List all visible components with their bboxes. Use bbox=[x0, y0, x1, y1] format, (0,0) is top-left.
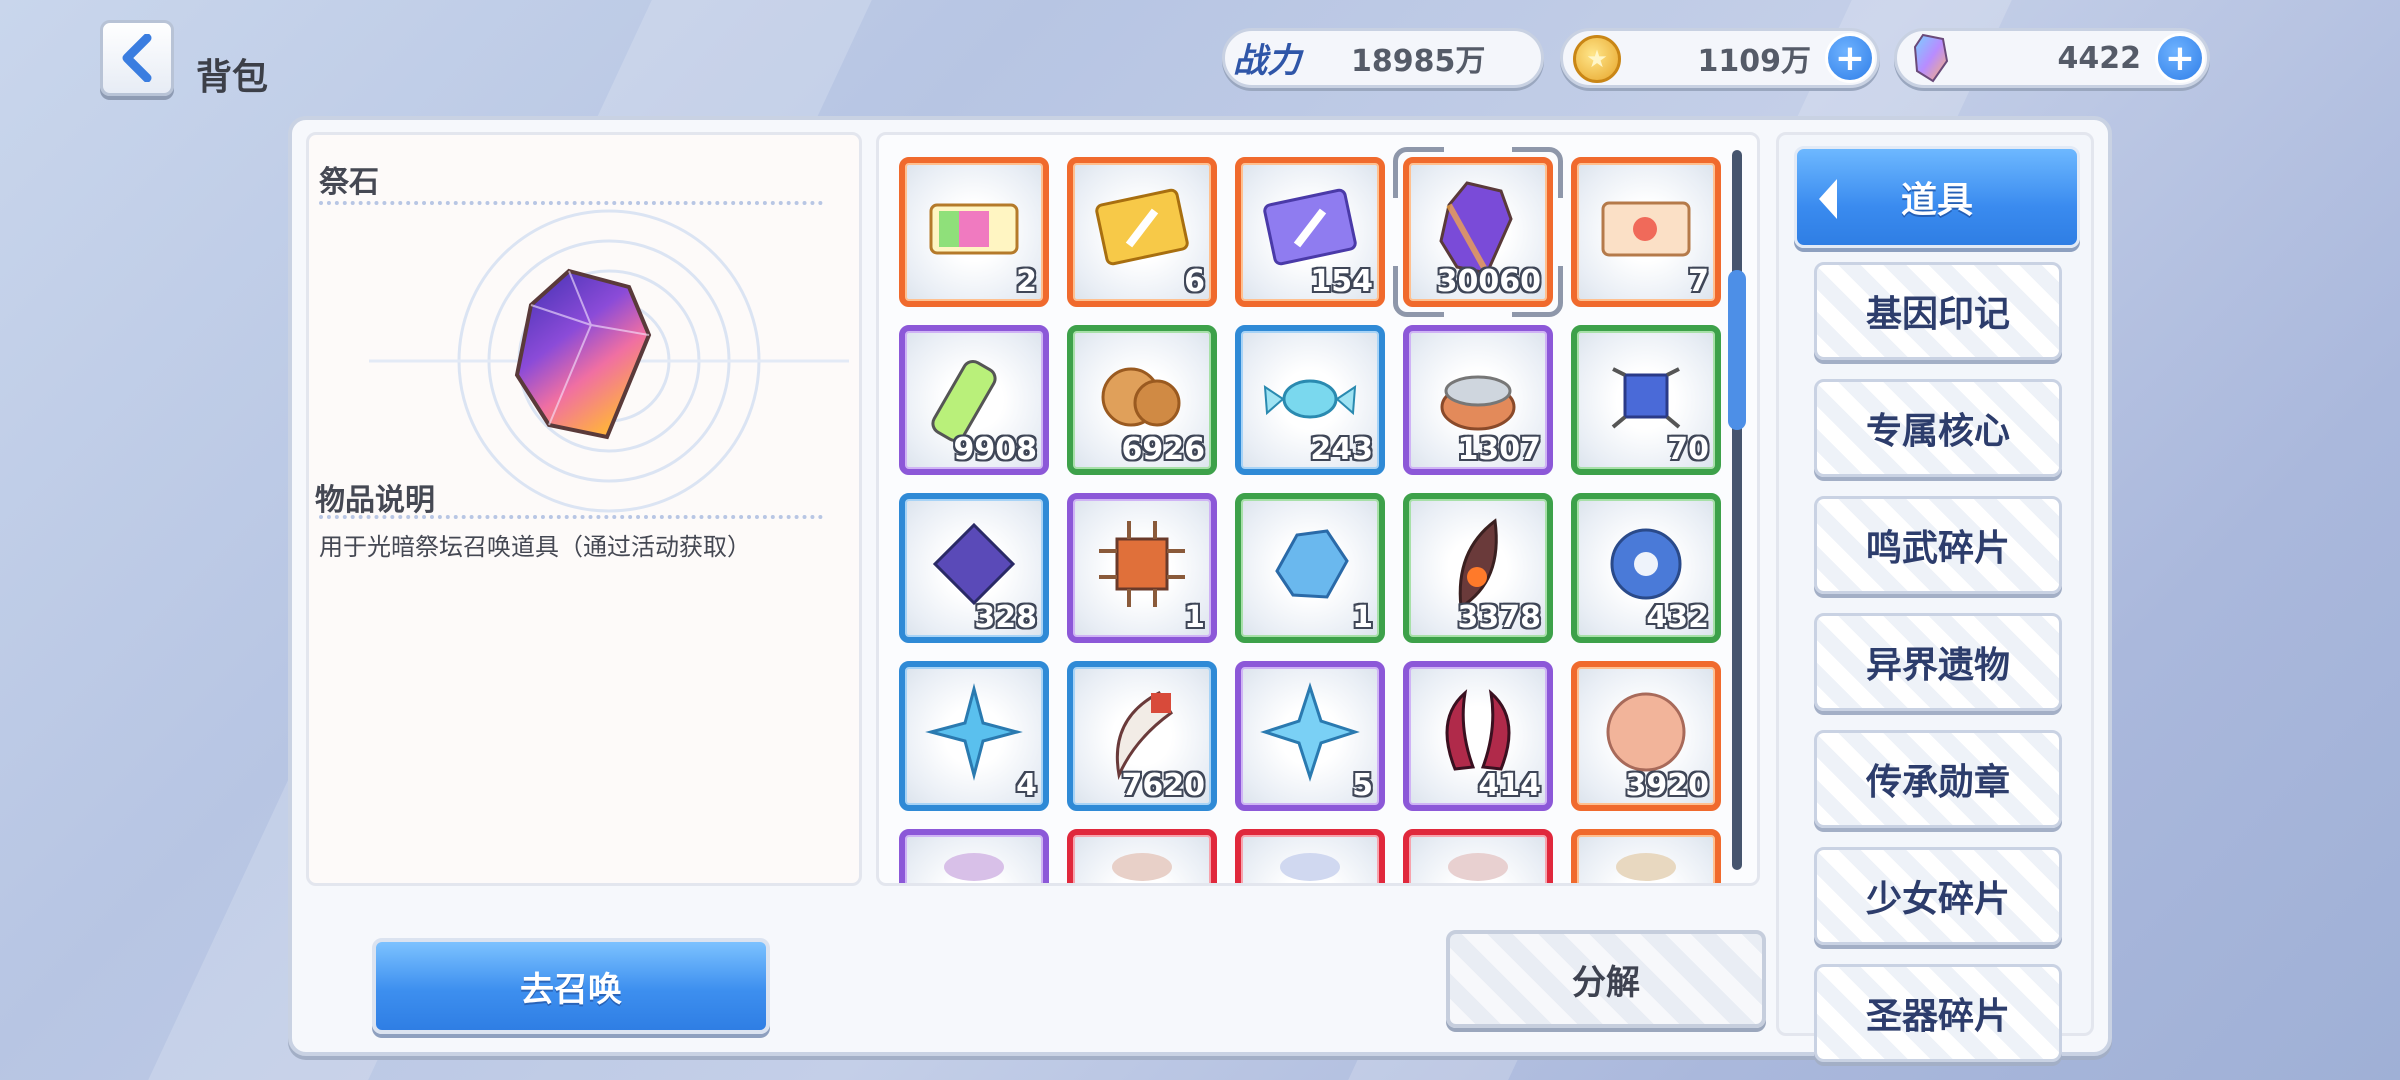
tab-props[interactable]: 道具 bbox=[1794, 146, 2080, 248]
item-quantity: 9908 bbox=[953, 432, 1038, 467]
item-slot[interactable]: 154 bbox=[1235, 157, 1385, 307]
item-slot[interactable]: 3378 bbox=[1403, 493, 1553, 643]
item-quantity: 3378 bbox=[1457, 600, 1542, 635]
tab-label: 道具 bbox=[1900, 180, 1973, 221]
item-slot[interactable]: 6926 bbox=[1067, 325, 1217, 475]
tab-category-3[interactable]: 异界遗物 bbox=[1814, 613, 2062, 711]
partial-item-2-icon bbox=[1112, 853, 1172, 881]
gem-display: 4422 + bbox=[1894, 28, 2210, 88]
power-display: 战力 18985万 bbox=[1222, 28, 1544, 88]
item-quantity: 4 bbox=[1016, 768, 1037, 803]
add-gem-button[interactable]: + bbox=[2155, 33, 2205, 83]
item-slot[interactable]: 5 bbox=[1235, 661, 1385, 811]
item-slot[interactable]: 7620 bbox=[1067, 661, 1217, 811]
tab-category-6[interactable]: 圣器碎片 bbox=[1814, 964, 2062, 1062]
item-quantity: 1 bbox=[1184, 600, 1205, 635]
tab-category-1[interactable]: 专属核心 bbox=[1814, 379, 2062, 477]
item-slot[interactable]: 328 bbox=[899, 493, 1049, 643]
item-quantity: 30060 bbox=[1436, 264, 1541, 299]
item-slot[interactable]: 1 bbox=[1067, 493, 1217, 643]
item-slot[interactable] bbox=[1235, 829, 1385, 883]
item-grid-panel: 2 6 154 30060 7 9908 6926 243 1307 70 328 1 1 3378 432… bbox=[876, 132, 1760, 886]
item-slot[interactable]: 1307 bbox=[1403, 325, 1553, 475]
item-quantity: 7620 bbox=[1121, 768, 1206, 803]
ice-star-small-icon bbox=[925, 683, 1023, 781]
gold-value: 1109万 bbox=[1697, 44, 1812, 79]
gold-sword-ticket-icon bbox=[1095, 188, 1189, 266]
item-quantity: 414 bbox=[1478, 768, 1541, 803]
item-quantity: 70 bbox=[1667, 432, 1709, 467]
partial-item-1-icon bbox=[944, 853, 1004, 881]
item-slot[interactable]: 432 bbox=[1571, 493, 1721, 643]
tab-category-0[interactable]: 基因印记 bbox=[1814, 262, 2062, 360]
item-name: 祭石 bbox=[319, 165, 379, 200]
item-slot[interactable]: 1 bbox=[1235, 493, 1385, 643]
item-quantity: 328 bbox=[974, 600, 1037, 635]
item-slot[interactable]: 2 bbox=[899, 157, 1049, 307]
rainbow-ticket-icon bbox=[929, 203, 1019, 255]
item-slot[interactable]: 243 bbox=[1235, 325, 1385, 475]
item-slot[interactable] bbox=[1571, 829, 1721, 883]
item-slot[interactable]: 3920 bbox=[1571, 661, 1721, 811]
description-title: 物品说明 bbox=[315, 483, 435, 518]
partial-item-3-icon bbox=[1280, 853, 1340, 881]
item-slot[interactable]: 70 bbox=[1571, 325, 1721, 475]
tab-category-5[interactable]: 少女碎片 bbox=[1814, 847, 2062, 945]
item-slot[interactable]: 7 bbox=[1571, 157, 1721, 307]
tab-category-2[interactable]: 鸣武碎片 bbox=[1814, 496, 2062, 594]
description-text: 用于光暗祭坛召唤道具（通过活动获取） bbox=[319, 533, 751, 561]
item-slot[interactable]: 6 bbox=[1067, 157, 1217, 307]
gold-display: ★ 1109万 + bbox=[1560, 28, 1880, 88]
partial-item-4-icon bbox=[1448, 853, 1508, 881]
arrow-left-icon bbox=[1819, 179, 1837, 219]
item-quantity: 6 bbox=[1184, 264, 1205, 299]
scrollbar[interactable] bbox=[1728, 150, 1746, 870]
item-slot[interactable]: 9908 bbox=[899, 325, 1049, 475]
power-value: 18985万 bbox=[1351, 44, 1486, 79]
partial-item-5-icon bbox=[1616, 853, 1676, 881]
item-slot[interactable]: 414 bbox=[1403, 661, 1553, 811]
blue-crystal-icon bbox=[1275, 529, 1349, 599]
item-slot[interactable]: 4 bbox=[899, 661, 1049, 811]
item-quantity: 432 bbox=[1646, 600, 1709, 635]
item-quantity: 1 bbox=[1352, 600, 1373, 635]
star-coin-icon: ★ bbox=[1573, 35, 1621, 83]
cpu-chip-icon bbox=[1099, 521, 1185, 607]
crab-ticket-icon bbox=[1601, 201, 1691, 257]
back-button[interactable] bbox=[100, 20, 174, 96]
ice-star-icon bbox=[1260, 682, 1360, 782]
page-title: 背包 bbox=[196, 57, 269, 98]
divider bbox=[319, 515, 823, 519]
add-gold-button[interactable]: + bbox=[1825, 33, 1875, 83]
item-quantity: 154 bbox=[1310, 264, 1373, 299]
gem-icon bbox=[1913, 33, 1949, 83]
item-slot[interactable]: 30060 bbox=[1403, 157, 1553, 307]
item-quantity: 5 bbox=[1352, 768, 1373, 803]
item-quantity: 243 bbox=[1310, 432, 1373, 467]
item-slot[interactable] bbox=[1403, 829, 1553, 883]
item-slot[interactable] bbox=[1067, 829, 1217, 883]
item-slot[interactable] bbox=[899, 829, 1049, 883]
tab-category-4[interactable]: 传承勋章 bbox=[1814, 730, 2062, 828]
power-icon: 战力 bbox=[1233, 41, 1301, 81]
scrollbar-thumb[interactable] bbox=[1728, 270, 1746, 430]
item-quantity: 6926 bbox=[1121, 432, 1206, 467]
gem-value: 4422 bbox=[2057, 40, 2142, 76]
summon-button[interactable]: 去召唤 bbox=[372, 938, 770, 1034]
decompose-button[interactable]: 分解 bbox=[1446, 930, 1766, 1028]
item-quantity: 3920 bbox=[1625, 768, 1710, 803]
item-quantity: 7 bbox=[1688, 264, 1709, 299]
item-quantity: 2 bbox=[1016, 264, 1037, 299]
prism-stone-icon bbox=[514, 268, 652, 440]
item-quantity: 1307 bbox=[1457, 432, 1542, 467]
item-detail-panel: 祭石 物品说明 用于光暗祭坛召唤道具（通过活动获取） bbox=[306, 132, 862, 886]
chevron-left-icon bbox=[122, 34, 152, 82]
